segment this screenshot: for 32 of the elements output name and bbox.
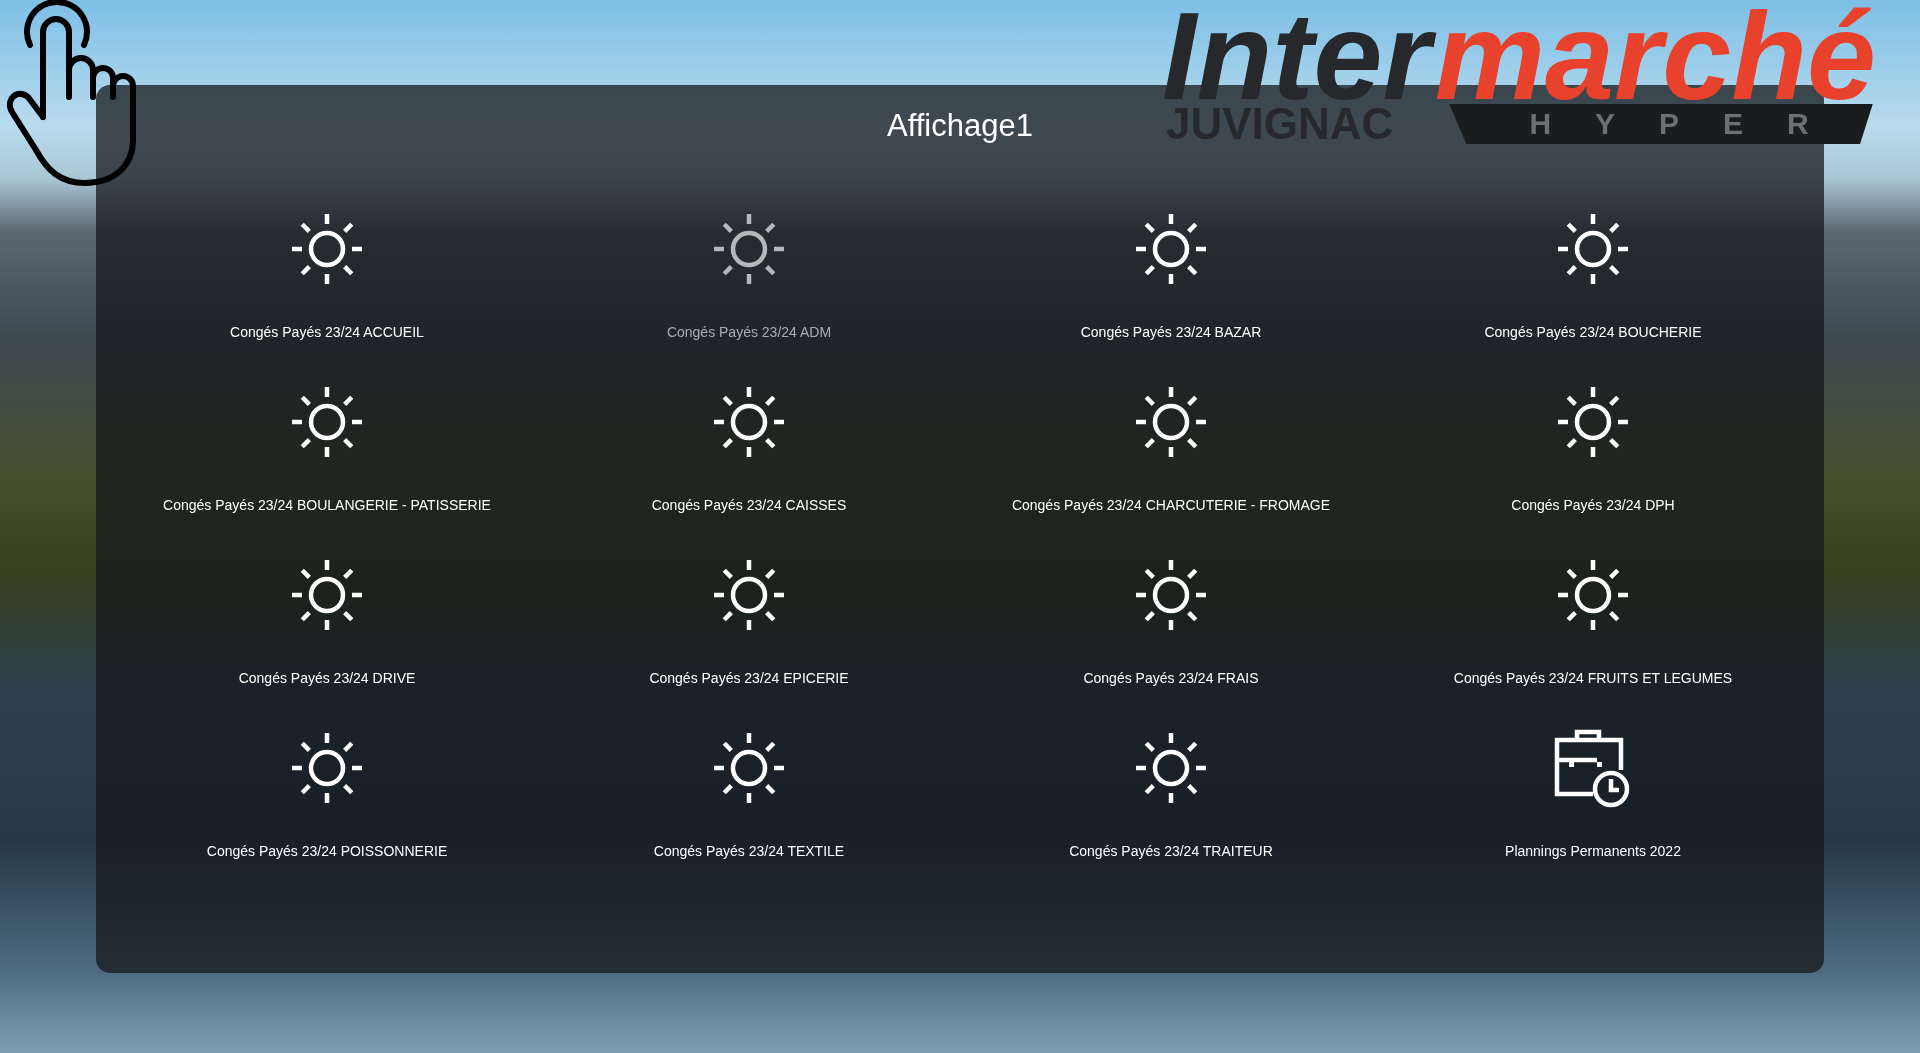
report-tile[interactable]: Congés Payés 23/24 BOULANGERIE - PATISSERIE	[163, 384, 491, 515]
sun-icon	[713, 386, 785, 458]
report-tile[interactable]: Congés Payés 23/24 POISSONNERIE	[206, 730, 448, 861]
sun-icon	[713, 559, 785, 631]
report-tile[interactable]: Congés Payés 23/24 EPICERIE	[649, 557, 849, 688]
sun-icon	[1557, 559, 1629, 631]
sun-icon	[1557, 213, 1629, 285]
report-tile[interactable]: Plannings Permanents 2022	[1505, 730, 1681, 861]
report-tile[interactable]: Congés Payés 23/24 FRAIS	[1083, 557, 1259, 688]
sun-icon	[291, 213, 363, 285]
report-tile[interactable]: Congés Payés 23/24 DPH	[1511, 384, 1675, 515]
report-tile[interactable]: Congés Payés 23/24 CHARCUTERIE - FROMAGE	[1011, 384, 1331, 515]
sun-icon	[1135, 213, 1207, 285]
sun-icon	[291, 386, 363, 458]
sun-icon	[1557, 386, 1629, 458]
report-tile[interactable]: Congés Payés 23/24 FRUITS ET LEGUMES	[1453, 557, 1733, 688]
tap-gesture-icon	[4, 0, 136, 188]
sun-icon	[291, 732, 363, 804]
report-tile[interactable]: Congés Payés 23/24 DRIVE	[238, 557, 416, 688]
report-tile[interactable]: Congés Payés 23/24 CAISSES	[651, 384, 847, 515]
sun-icon	[291, 559, 363, 631]
report-tile[interactable]: Congés Payés 23/24 BOUCHERIE	[1484, 211, 1702, 342]
report-tile[interactable]: Congés Payés 23/24 TRAITEUR	[1069, 730, 1273, 861]
report-tile[interactable]: Congés Payés 23/24 BAZAR	[1080, 211, 1262, 342]
sun-icon	[713, 213, 785, 285]
sun-icon	[713, 732, 785, 804]
sun-icon	[1135, 559, 1207, 631]
panel-title: Affichage1	[887, 107, 1033, 145]
sun-icon	[1135, 386, 1207, 458]
report-tile[interactable]: Congés Payés 23/24 ACCUEIL	[230, 211, 424, 342]
report-tile[interactable]: Congés Payés 23/24 TEXTILE	[653, 730, 845, 861]
sun-icon	[1135, 732, 1207, 804]
